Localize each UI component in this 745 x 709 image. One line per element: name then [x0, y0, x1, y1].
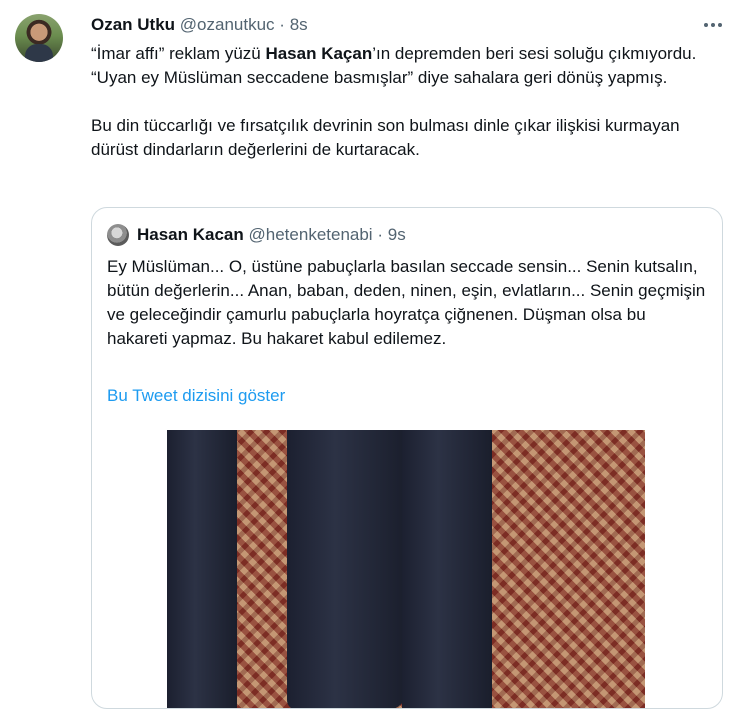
image-figure-leg [167, 430, 237, 708]
show-thread-link[interactable]: Bu Tweet dizisini göster [107, 384, 285, 408]
tweet-text: “İmar affı” reklam yüzü Hasan Kaçan’ın d… [91, 42, 721, 162]
tweet-text-part: “İmar affı” reklam yüzü [91, 44, 266, 63]
dot [718, 23, 722, 27]
image-figure-leg [402, 430, 492, 708]
dot [704, 23, 708, 27]
avatar-shirt [25, 44, 53, 62]
mentioned-name: Hasan Kaçan [265, 44, 373, 63]
image-figure-leg [287, 430, 407, 708]
author-handle[interactable]: @ozanutkuc [180, 15, 275, 34]
quoted-author-handle: @hetenketenabi [248, 225, 373, 244]
quoted-tweet-image[interactable] [167, 430, 645, 708]
dot [711, 23, 715, 27]
tweet: Ozan Utku @ozanutkuc · 8s “İmar affı” re… [0, 0, 745, 709]
author-avatar[interactable] [15, 14, 63, 62]
quoted-tweet-text: Ey Müslüman... O, üstüne pabuçlarla bası… [107, 257, 706, 348]
quoted-time-separator: · [377, 225, 383, 244]
more-options-icon[interactable] [701, 14, 725, 36]
tweet-header: Ozan Utku @ozanutkuc · 8s [91, 14, 308, 36]
tweet-paragraph-1: “İmar affı” reklam yüzü Hasan Kaçan’ın d… [91, 42, 721, 90]
tweet-time[interactable]: 8s [290, 15, 308, 34]
quoted-author-avatar [107, 224, 129, 246]
quoted-tweet-header: Hasan Kacan @hetenketenabi · 9s [107, 223, 406, 247]
author-name[interactable]: Ozan Utku [91, 15, 175, 34]
quoted-tweet[interactable]: Hasan Kacan @hetenketenabi · 9s Ey Müslü… [91, 207, 723, 709]
tweet-paragraph-2: Bu din tüccarlığı ve fırsatçılık devrini… [91, 116, 680, 159]
quoted-time: 9s [387, 225, 406, 244]
quoted-author-name: Hasan Kacan [137, 225, 244, 244]
time-separator: · [279, 15, 285, 34]
